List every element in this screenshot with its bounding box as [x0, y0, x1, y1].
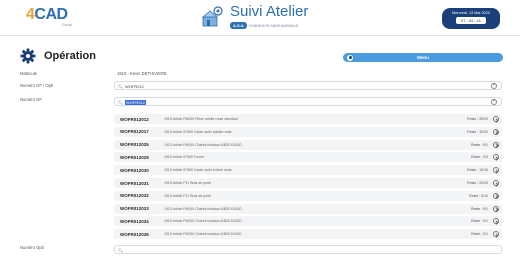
page-title: Opération: [44, 50, 96, 62]
app-brand: Suivi Atelier A.S.A CONNEXION SANS ANOMA…: [200, 4, 308, 32]
app-badge: A.S.A: [230, 22, 247, 29]
dropdown-item[interactable]: WOFR012036 1910 Article FM000 Chariot rav…: [114, 229, 502, 240]
of-code: WOFR012031: [120, 180, 149, 186]
chevron-right-icon[interactable]: [493, 154, 499, 161]
logo-prefix: 4: [26, 6, 35, 23]
of-remaining: Reste : 0/1: [471, 206, 488, 211]
of-remaining: Reste : 10/10: [467, 168, 488, 173]
of-description: 1910 Article FM000 Pièce adulte route st…: [164, 117, 238, 121]
of-code: WOFR012033: [120, 206, 149, 212]
clear-icon[interactable]: [491, 82, 497, 89]
chevron-right-icon[interactable]: [493, 192, 499, 199]
of-remaining: Reste : 0/3: [471, 155, 488, 160]
of-remaining: Reste : 20/20: [467, 181, 488, 185]
dropdown-item[interactable]: WOFR012033 1910 Article FM000 Chariot rav…: [114, 203, 502, 214]
dropdown-item[interactable]: WOFR012012 1910 Article FM000 Pièce adult…: [114, 114, 502, 124]
dropdown-item[interactable]: WOFR012032 1910 Article P11 Bras de porte…: [114, 190, 502, 201]
menu-label: Menu: [417, 54, 429, 60]
matricule-value: 1910 - Kevin DETHIVIERE: [117, 71, 167, 76]
of-code: WOFR012012: [120, 116, 149, 122]
of-description: 1910 Article P11 Bras de porte: [164, 193, 212, 198]
datetime-widget: Mercredi, 13 Mai 2020 07 : 54 : 41: [442, 8, 500, 29]
of-remaining: Reste : 5/10: [469, 193, 488, 198]
of-description: 1910 Article P11 Bras de porte: [164, 181, 212, 185]
of-description: 1910 Article FM000 Chariot ravitaux A/B3…: [164, 232, 242, 237]
dropdown-item[interactable]: WOFR012030 1910 Article 57960 Cadre acier…: [114, 165, 502, 176]
page-title-row: Opération: [20, 46, 96, 66]
of-remaining: Reste : 0/1: [471, 219, 488, 224]
numero-of-opti-value: WOFR012: [125, 84, 144, 89]
logo-main: CAD: [34, 6, 68, 23]
app-title: Suivi Atelier: [230, 3, 309, 20]
of-remaining: Reste : 25/20: [467, 117, 488, 121]
menu-button[interactable]: Menu: [343, 53, 503, 62]
workshop-icon: [201, 6, 223, 27]
current-date: Mercredi, 13 Mai 2020: [452, 11, 490, 15]
chevron-right-icon[interactable]: [493, 141, 499, 148]
logo-tagline: Group: [62, 23, 72, 27]
numero-of-opti-label: Numéro OF / Opti: [20, 83, 54, 88]
chevron-right-icon[interactable]: [493, 167, 499, 174]
dropdown-item[interactable]: WOFR012025 1910 Article FM000 Chariot rav…: [114, 139, 502, 150]
of-description: 1910 Article 57960 Fourre: [164, 155, 205, 160]
dropdown-item[interactable]: WOFR012031 1910 Article P11 Bras de porte…: [114, 178, 502, 188]
of-code: WOFR012032: [120, 193, 149, 199]
numero-of-opti-input[interactable]: 🔍︎ WOFR012: [114, 81, 502, 90]
numero-of-label: Numéro OF: [20, 97, 42, 102]
chevron-right-icon[interactable]: [493, 231, 499, 238]
search-icon: 🔍︎: [118, 247, 124, 253]
chevron-right-icon[interactable]: [493, 128, 499, 135]
matricule-label: Matricule: [20, 71, 37, 76]
numero-of-value: WOFR012: [125, 99, 146, 105]
chevron-right-icon[interactable]: [493, 218, 499, 225]
dropdown-item[interactable]: WOFR012029 1910 Article 57960 Fourre Reste…: [114, 152, 502, 163]
chevron-right-icon[interactable]: [493, 205, 499, 212]
app-subtitle: CONNEXION SANS ANOMALIE: [248, 23, 299, 28]
chevron-right-icon[interactable]: [493, 180, 499, 186]
of-code: WOFR012036: [120, 231, 149, 237]
clear-icon[interactable]: [491, 98, 497, 105]
of-description: 1910 Article FM000 Chariot ravitaux A/B3…: [164, 206, 242, 211]
numero-opti-input[interactable]: 🔍︎: [114, 245, 502, 254]
of-code: WOFR012025: [120, 142, 149, 148]
of-code: WOFR012017: [120, 129, 149, 135]
dropdown-item[interactable]: WOFR012017 1910 Article 57960 Cadre acier…: [114, 126, 502, 137]
numero-opti-label: Numéro Opti: [20, 245, 44, 250]
gear-icon: [20, 48, 36, 64]
of-remaining: Reste : 0/1: [471, 142, 488, 147]
of-remaining: Reste : 32/20: [467, 129, 488, 134]
app-header: 4 CAD Group Suivi Atelier A.S.A CONNEXION…: [0, 0, 520, 36]
search-icon: 🔍︎: [118, 83, 124, 89]
of-description: 1910 Article 57960 Cadre acier adulte ro…: [164, 129, 232, 134]
search-icon: 🔍︎: [118, 99, 124, 105]
company-logo: 4 CAD Group: [26, 6, 72, 28]
of-description: 1910 Article FM000 Chariot ravitaux A/B3…: [164, 142, 242, 147]
of-description: 1910 Article 57960 Cadre acier enfant ro…: [164, 168, 232, 173]
of-dropdown-list: WOFR012012 1910 Article FM000 Pièce adult…: [114, 110, 502, 246]
current-time: 07 : 54 : 41: [456, 17, 486, 24]
numero-of-input[interactable]: 🔍︎ WOFR012: [114, 97, 502, 106]
chevron-right-icon[interactable]: [493, 116, 499, 122]
of-code: WOFR012029: [120, 154, 149, 160]
of-description: 1910 Article FM000 Chariot ravitaux A/B3…: [164, 219, 242, 224]
of-code: WOFR012034: [120, 218, 149, 224]
of-code: WOFR012030: [120, 167, 149, 173]
of-remaining: Reste : 0/1: [471, 232, 488, 237]
dropdown-item[interactable]: WOFR012034 1910 Article FM000 Chariot rav…: [114, 216, 502, 227]
